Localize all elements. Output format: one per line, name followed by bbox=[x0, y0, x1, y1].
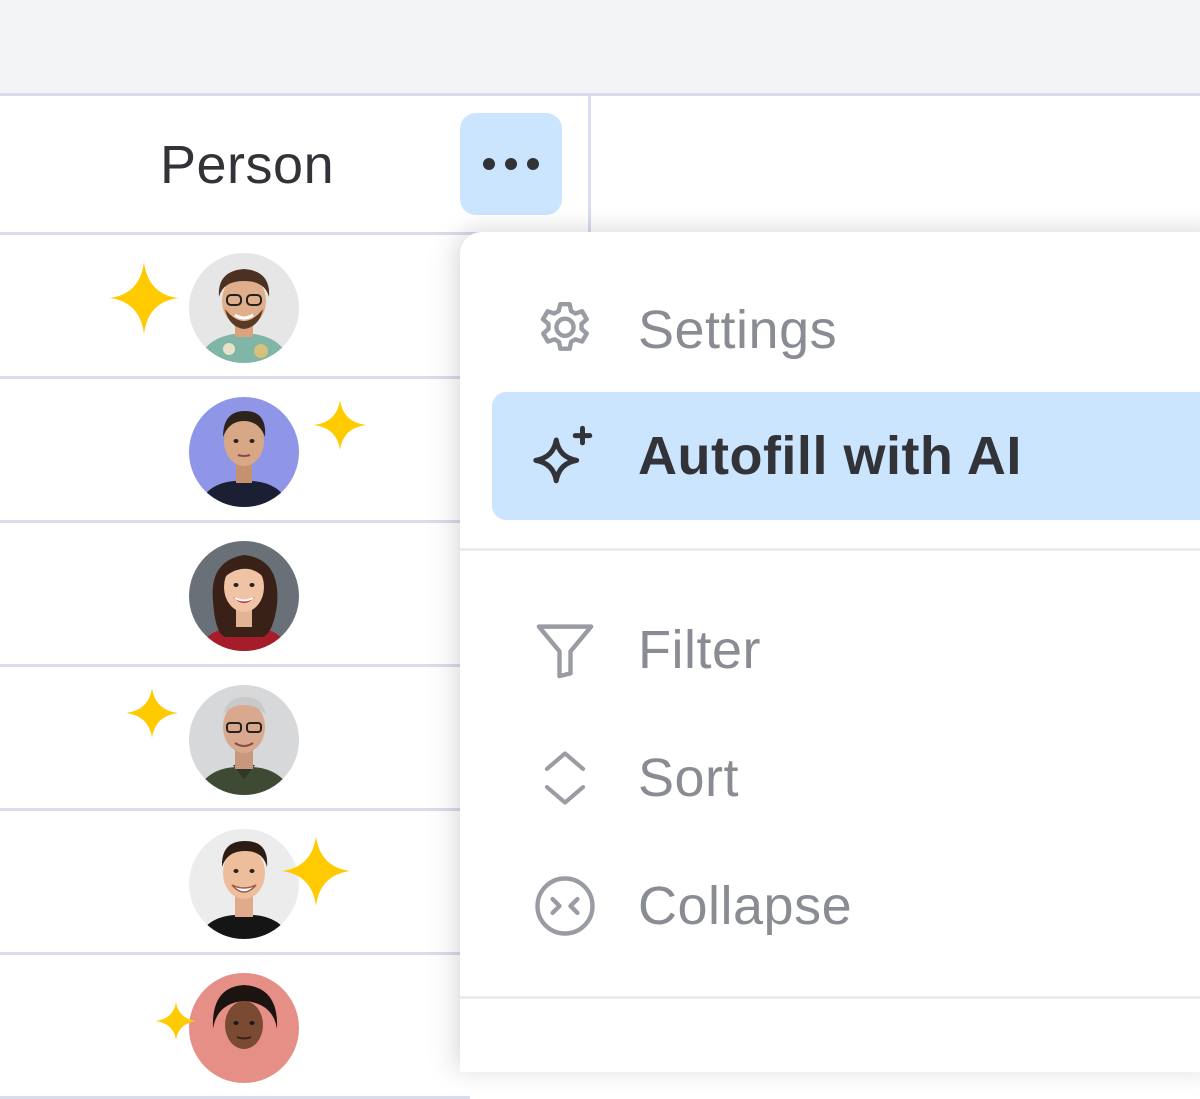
column-options-button[interactable] bbox=[460, 113, 562, 215]
sparkle-icon bbox=[282, 836, 350, 906]
column-options-menu: Settings Autofill with AI Filter Sort Co… bbox=[460, 232, 1200, 1072]
avatar[interactable] bbox=[189, 685, 299, 795]
more-dot-icon bbox=[483, 158, 495, 170]
sparkle-icon bbox=[155, 1002, 197, 1040]
sort-icon bbox=[530, 743, 600, 813]
sparkle-ai-icon bbox=[530, 421, 600, 491]
sparkle-icon bbox=[126, 688, 178, 738]
avatar[interactable] bbox=[189, 973, 299, 1083]
menu-item-label: Autofill with AI bbox=[638, 426, 1022, 486]
menu-item-filter[interactable]: Filter bbox=[492, 586, 1200, 714]
filter-icon bbox=[530, 615, 600, 685]
sparkle-icon bbox=[314, 400, 366, 450]
menu-divider bbox=[460, 996, 1200, 999]
column-title: Person bbox=[160, 135, 335, 195]
more-dot-icon bbox=[527, 158, 539, 170]
menu-item-label: Collapse bbox=[638, 876, 853, 936]
menu-item-label: Sort bbox=[638, 748, 740, 808]
collapse-icon bbox=[530, 871, 600, 941]
avatar[interactable] bbox=[189, 253, 299, 363]
menu-divider bbox=[460, 548, 1200, 551]
sparkle-icon bbox=[110, 262, 178, 334]
avatar[interactable] bbox=[189, 541, 299, 651]
more-dot-icon bbox=[505, 158, 517, 170]
column-divider bbox=[588, 96, 591, 236]
avatar[interactable] bbox=[189, 397, 299, 507]
menu-item-collapse[interactable]: Collapse bbox=[492, 842, 1200, 970]
gear-icon bbox=[530, 295, 600, 365]
menu-item-autofill-ai[interactable]: Autofill with AI bbox=[492, 392, 1200, 520]
menu-item-sort[interactable]: Sort bbox=[492, 714, 1200, 842]
menu-item-label: Settings bbox=[638, 300, 838, 360]
board-top-bar bbox=[0, 0, 1200, 96]
menu-item-label: Filter bbox=[638, 620, 761, 680]
menu-item-settings[interactable]: Settings bbox=[492, 266, 1200, 394]
